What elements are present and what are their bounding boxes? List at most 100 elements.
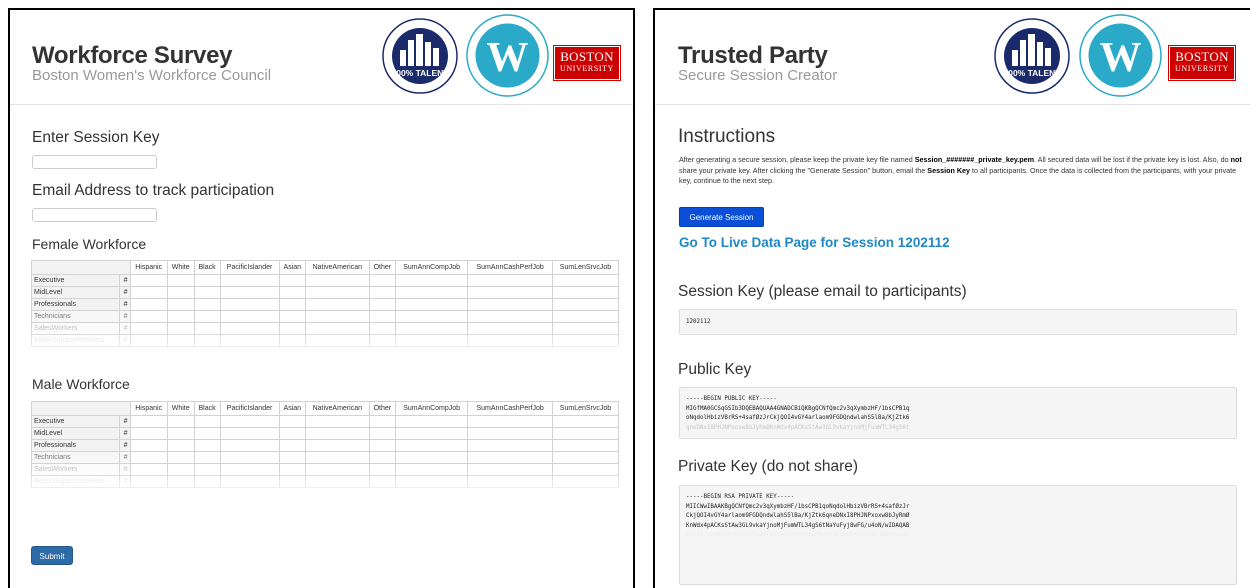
grid-cell[interactable] — [219, 415, 280, 428]
live-data-link[interactable]: Go To Live Data Page for Session 1202112 — [679, 235, 950, 250]
grid-cell[interactable] — [129, 274, 168, 287]
grid-cell[interactable] — [551, 298, 620, 311]
grid-cell[interactable] — [193, 286, 221, 299]
email-input[interactable] — [32, 208, 157, 222]
grid-cell[interactable] — [304, 415, 370, 428]
grid-cell[interactable] — [278, 298, 306, 311]
grid-cell[interactable] — [304, 274, 370, 287]
column-header: Black — [193, 401, 221, 416]
grid-cell[interactable] — [467, 274, 553, 287]
grid-cell[interactable] — [304, 298, 370, 311]
session-key-heading: Session Key (please email to participant… — [678, 283, 967, 300]
boston-university-logo: BOSTON UNIVERSITY — [1168, 45, 1236, 81]
grid-cell[interactable] — [129, 439, 168, 452]
generate-session-button[interactable]: Generate Session — [679, 207, 764, 227]
key-line: oNqdolHbizVBrRS+4safØzJrCkjQOI4vGY4arlao… — [686, 415, 910, 421]
grid-cell[interactable] — [551, 427, 620, 440]
grid-cell[interactable] — [129, 286, 168, 299]
grid-cell[interactable] — [394, 451, 469, 464]
grid-cell[interactable] — [219, 427, 280, 440]
grid-cell[interactable] — [394, 298, 469, 311]
column-header: Black — [193, 260, 221, 275]
grid-cell[interactable] — [166, 415, 195, 428]
grid-cell[interactable] — [551, 451, 620, 464]
grid-cell[interactable] — [166, 286, 195, 299]
grid-cell[interactable] — [166, 298, 195, 311]
grid-cell[interactable] — [394, 274, 469, 287]
grid-cell[interactable] — [467, 286, 553, 299]
grid-cell[interactable] — [193, 310, 221, 323]
session-key-input[interactable] — [32, 155, 157, 169]
grid-cell[interactable] — [551, 274, 620, 287]
grid-cell[interactable] — [129, 298, 168, 311]
grid-cell[interactable] — [368, 415, 397, 428]
public-key-box[interactable]: -----BEGIN PUBLIC KEY----- MIGfMA0GCSqGSI… — [679, 387, 1237, 439]
submit-button[interactable]: Submit — [31, 546, 73, 565]
grid-cell[interactable] — [278, 310, 306, 323]
grid-cell[interactable] — [129, 427, 168, 440]
grid-cell[interactable] — [193, 415, 221, 428]
grid-cell[interactable] — [467, 439, 553, 452]
grid-cell[interactable] — [193, 439, 221, 452]
grid-cell[interactable] — [278, 427, 306, 440]
grid-cell[interactable] — [219, 274, 280, 287]
grid-cell[interactable] — [394, 439, 469, 452]
key-line: MIICWwIBAAKBgQCNfQmc2v3qXymbzHF/1bsCPB1q… — [686, 503, 910, 510]
grid-cell[interactable] — [467, 310, 553, 323]
grid-cell[interactable] — [193, 427, 221, 440]
grid-cell[interactable] — [551, 439, 620, 452]
grid-cell[interactable] — [304, 286, 370, 299]
grid-cell[interactable] — [394, 415, 469, 428]
grid-cell[interactable] — [394, 427, 469, 440]
column-header: NativeAmerican — [304, 260, 370, 275]
grid-cell[interactable] — [394, 286, 469, 299]
grid-cell[interactable] — [551, 286, 620, 299]
grid-cell[interactable] — [193, 451, 221, 464]
grid-cell[interactable] — [193, 274, 221, 287]
grid-cell[interactable] — [166, 310, 195, 323]
grid-cell[interactable] — [467, 451, 553, 464]
grid-cell[interactable] — [368, 451, 397, 464]
page-title: Workforce Survey — [32, 42, 233, 69]
grid-cell[interactable] — [368, 310, 397, 323]
grid-cell[interactable] — [166, 439, 195, 452]
grid-cell[interactable] — [219, 451, 280, 464]
grid-cell[interactable] — [394, 310, 469, 323]
grid-cell[interactable] — [467, 427, 553, 440]
grid-cell[interactable] — [193, 298, 221, 311]
grid-cell[interactable] — [129, 310, 168, 323]
grid-cell[interactable] — [166, 427, 195, 440]
grid-cell[interactable] — [368, 439, 397, 452]
grid-cell[interactable] — [166, 274, 195, 287]
grid-cell[interactable] — [129, 451, 168, 464]
female-grid-fade — [30, 328, 622, 368]
grid-cell[interactable] — [467, 415, 553, 428]
session-key-box[interactable]: 1202112 — [679, 309, 1237, 335]
grid-cell[interactable] — [368, 286, 397, 299]
grid-cell[interactable] — [166, 451, 195, 464]
grid-cell[interactable] — [368, 298, 397, 311]
grid-cell[interactable] — [278, 451, 306, 464]
w-seal-logo: W — [1079, 14, 1162, 97]
grid-cell[interactable] — [219, 310, 280, 323]
column-header: Other — [368, 260, 397, 275]
grid-cell[interactable] — [368, 274, 397, 287]
grid-cell[interactable] — [278, 274, 306, 287]
row-header: Technicians — [30, 451, 121, 464]
grid-cell[interactable] — [467, 298, 553, 311]
grid-cell[interactable] — [551, 310, 620, 323]
grid-cell[interactable] — [304, 310, 370, 323]
grid-cell[interactable] — [129, 415, 168, 428]
private-key-box[interactable]: -----BEGIN RSA PRIVATE KEY----- MIICWwIBA… — [679, 485, 1237, 585]
grid-cell[interactable] — [219, 298, 280, 311]
grid-cell[interactable] — [219, 286, 280, 299]
grid-cell[interactable] — [551, 415, 620, 428]
grid-cell[interactable] — [304, 451, 370, 464]
grid-cell[interactable] — [278, 286, 306, 299]
grid-cell[interactable] — [368, 427, 397, 440]
grid-cell[interactable] — [219, 439, 280, 452]
grid-cell[interactable] — [304, 439, 370, 452]
grid-cell[interactable] — [278, 439, 306, 452]
grid-cell[interactable] — [278, 415, 306, 428]
grid-cell[interactable] — [304, 427, 370, 440]
